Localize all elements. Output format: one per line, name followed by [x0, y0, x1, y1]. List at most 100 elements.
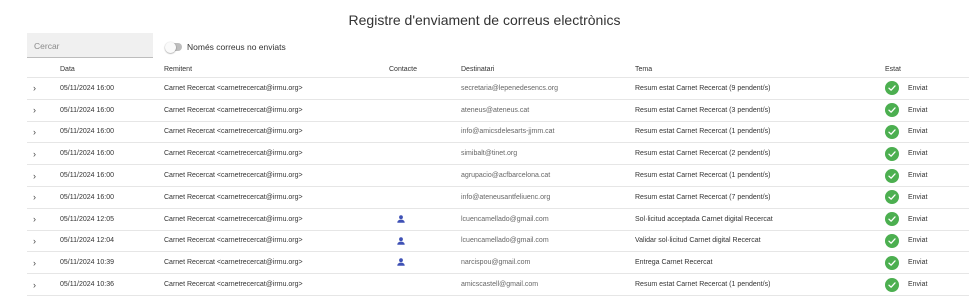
status-label: Enviat — [908, 281, 928, 289]
table-row[interactable]: › 05/11/2024 16:00 Carnet Recercat <carnet… — [27, 122, 969, 144]
row-subject: Resum estat Carnet Recercat (1 pendent/s… — [635, 128, 771, 136]
check-circle-icon — [885, 103, 899, 118]
check-circle-icon — [885, 168, 899, 183]
chevron-right-icon[interactable]: › — [33, 236, 43, 246]
row-recipient: secretaria@lepenedesencs.org — [461, 84, 558, 92]
row-date: 05/11/2024 16:00 — [60, 84, 114, 92]
row-status: Enviat — [885, 255, 928, 270]
email-log-table: Data Remitent Contacte Destinatari Tema … — [27, 61, 969, 296]
chevron-right-icon[interactable]: › — [33, 105, 43, 115]
row-subject: Entrega Carnet Recercat — [635, 259, 713, 267]
row-sender: Carnet Recercat <carnetrecercat@irmu.org… — [164, 128, 303, 136]
check-circle-icon — [885, 81, 899, 96]
row-date: 05/11/2024 16:00 — [60, 193, 114, 201]
check-circle-icon — [885, 146, 899, 161]
chevron-right-icon[interactable]: › — [33, 127, 43, 137]
table-row[interactable]: › 05/11/2024 12:05 Carnet Recercat <carnet… — [27, 209, 969, 231]
row-subject: Resum estat Carnet Recercat (3 pendent/s… — [635, 106, 771, 114]
table-row[interactable]: › 05/11/2024 10:39 Carnet Recercat <carnet… — [27, 252, 969, 275]
header-sender[interactable]: Remitent — [164, 66, 192, 73]
row-status: Enviat — [885, 190, 928, 205]
status-label: Enviat — [908, 106, 928, 114]
row-recipient: lcuencamellado@gmail.com — [461, 215, 549, 223]
row-subject: Sol·licitud acceptada Carnet digital Rec… — [635, 215, 773, 223]
status-label: Enviat — [908, 128, 928, 136]
header-status[interactable]: Estat — [885, 66, 901, 73]
status-label: Enviat — [908, 237, 928, 245]
row-subject: Resum estat Carnet Recercat (1 pendent/s… — [635, 281, 771, 289]
row-sender: Carnet Recercat <carnetrecercat@irmu.org… — [164, 193, 303, 201]
row-status: Enviat — [885, 233, 928, 248]
row-subject: Resum estat Carnet Recercat (7 pendent/s… — [635, 193, 771, 201]
header-contact[interactable]: Contacte — [389, 66, 417, 73]
table-row[interactable]: › 05/11/2024 16:00 Carnet Recercat <carnet… — [27, 187, 969, 209]
person-icon[interactable] — [397, 258, 405, 268]
row-status: Enviat — [885, 124, 928, 139]
row-sender: Carnet Recercat <carnetrecercat@irmu.org… — [164, 215, 303, 223]
row-status: Enviat — [885, 81, 927, 96]
chevron-right-icon[interactable]: › — [33, 149, 43, 159]
check-circle-icon — [885, 190, 899, 205]
status-label: Enviat — [908, 150, 928, 158]
table-row[interactable]: › 05/11/2024 16:00 Carnet Recercat <carnet… — [27, 100, 969, 122]
row-recipient: simibalt@tinet.org — [461, 150, 518, 158]
row-date: 05/11/2024 10:36 — [60, 281, 114, 289]
chevron-right-icon[interactable]: › — [33, 280, 43, 290]
header-subject[interactable]: Tema — [635, 66, 652, 73]
status-label: Enviat — [908, 193, 928, 201]
chevron-right-icon[interactable]: › — [33, 171, 43, 181]
row-sender: Carnet Recercat <carnetrecercat@irmu.org… — [164, 259, 303, 267]
chevron-right-icon[interactable]: › — [33, 258, 43, 268]
row-recipient: agrupacio@acfbarcelona.cat — [461, 172, 551, 180]
row-sender: Carnet Recercat <carnetrecercat@irmu.org… — [164, 150, 303, 158]
row-recipient: lcuencamellado@gmail.com — [461, 237, 549, 245]
check-circle-icon — [885, 124, 899, 139]
row-recipient: amicscastell@gmail.com — [461, 281, 539, 289]
chevron-right-icon[interactable]: › — [33, 83, 43, 93]
row-date: 05/11/2024 12:04 — [60, 237, 114, 245]
row-date: 05/11/2024 16:00 — [60, 128, 114, 136]
table-row[interactable]: › 05/11/2024 10:36 Carnet Recercat <carnet… — [27, 274, 969, 296]
status-label: Enviat — [908, 215, 928, 223]
row-status: Enviat — [885, 277, 928, 292]
table-row[interactable]: › 05/11/2024 16:00 Carnet Recercat <carnet… — [27, 143, 969, 166]
table-body: › 05/11/2024 16:00 Carnet Recercat <carnet… — [27, 78, 969, 296]
row-status: Enviat — [885, 212, 928, 227]
row-status: Enviat — [885, 103, 928, 118]
unsent-only-label: Només correus no enviats — [187, 42, 286, 52]
row-subject: Resum estat Carnet Recercat (1 pendent/s… — [635, 172, 771, 180]
header-date[interactable]: Data — [60, 66, 75, 73]
row-date: 05/11/2024 16:00 — [60, 106, 114, 114]
row-subject: Validar sol·licitud Carnet digital Recer… — [635, 237, 761, 245]
row-subject: Resum estat Carnet Recercat (9 pendent/s… — [635, 84, 771, 92]
toggle-knob — [165, 41, 176, 53]
row-date: 05/11/2024 10:39 — [60, 259, 114, 267]
status-label: Enviat — [908, 259, 928, 267]
person-icon[interactable] — [397, 215, 405, 225]
row-date: 05/11/2024 16:00 — [60, 172, 114, 180]
row-subject: Resum estat Carnet Recercat (2 pendent/s… — [635, 150, 771, 158]
chevron-right-icon[interactable]: › — [33, 192, 43, 202]
row-recipient: ateneus@ateneus.cat — [461, 106, 530, 114]
unsent-only-filter[interactable]: Només correus no enviats — [165, 41, 286, 53]
check-circle-icon — [885, 277, 899, 292]
check-circle-icon — [885, 212, 899, 227]
header-recipient[interactable]: Destinatari — [461, 66, 494, 73]
search-input[interactable] — [32, 34, 152, 58]
row-status: Enviat — [885, 168, 927, 183]
search-box[interactable] — [27, 33, 153, 58]
table-row[interactable]: › 05/11/2024 16:00 Carnet Recercat <carnet… — [27, 165, 969, 187]
unsent-only-toggle[interactable] — [165, 41, 182, 53]
row-status: Enviat — [885, 146, 928, 161]
chevron-right-icon[interactable]: › — [33, 214, 43, 224]
row-date: 05/11/2024 12:05 — [60, 215, 114, 223]
check-circle-icon — [885, 233, 899, 248]
person-icon[interactable] — [397, 236, 405, 247]
page-title: Registre d'enviament de correus electròn… — [348, 12, 621, 28]
table-row[interactable]: › 05/11/2024 16:00 Carnet Recercat <carnet… — [27, 78, 969, 100]
row-recipient: info@ateneusantfeliuenc.org — [461, 193, 551, 201]
row-sender: Carnet Recercat <carnetrecercat@irmu.org… — [164, 106, 303, 114]
table-row[interactable]: › 05/11/2024 12:04 Carnet Recercat <carnet… — [27, 231, 969, 253]
check-circle-icon — [885, 255, 899, 270]
row-sender: Carnet Recercat <carnetrecercat@irmu.org… — [164, 281, 303, 289]
